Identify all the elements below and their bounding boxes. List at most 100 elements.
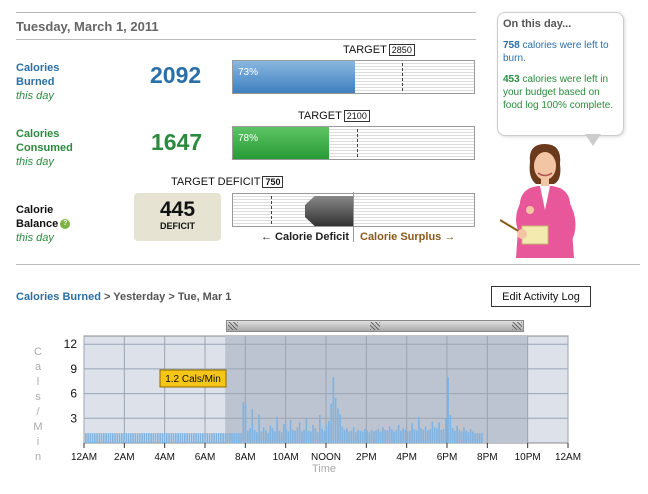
chart-bar — [269, 425, 272, 443]
section-divider — [16, 264, 640, 265]
chart-bar — [370, 429, 373, 443]
chart-bar — [375, 430, 377, 443]
chart-bar — [148, 433, 150, 443]
chart-bar — [91, 433, 94, 443]
breadcrumb: Calories Burned > Yesterday > Tue, Mar 1 — [16, 291, 231, 303]
x-tick-label: 8AM — [235, 452, 256, 463]
chart-bar — [294, 430, 296, 443]
help-icon[interactable]: ? — [60, 219, 71, 230]
chart-bar — [123, 433, 125, 443]
y-tick-label: 12 — [64, 337, 78, 351]
chart-bar — [260, 431, 263, 443]
chart-bar — [368, 432, 371, 443]
chart-bar — [346, 428, 348, 443]
bubble-burn-text: calories were left to burn. — [503, 40, 609, 64]
bubble-line-budget: 453 calories were left in your budget ba… — [503, 73, 618, 112]
chart-bar — [213, 433, 215, 443]
burned-target: TARGET 2850 — [343, 44, 415, 56]
chart-bar — [451, 428, 454, 443]
chart-bar — [283, 424, 285, 443]
chart-bar — [274, 431, 276, 443]
chart-bar — [177, 433, 179, 443]
chart-bar — [328, 420, 330, 443]
breadcrumb-calories-burned-link[interactable]: Calories Burned — [16, 291, 101, 303]
chart-bar — [285, 429, 287, 443]
consumed-target-value: 2100 — [343, 110, 370, 122]
x-tick-label: 2PM — [356, 452, 377, 463]
chart-bar — [157, 433, 159, 443]
bubble-burn-num: 758 — [503, 40, 520, 51]
chart-bar — [395, 429, 398, 443]
chart-bar — [242, 401, 245, 443]
chart-bar — [400, 430, 402, 443]
chart-bar — [289, 419, 292, 443]
chart-bar — [238, 433, 240, 443]
chart-bar — [321, 429, 323, 443]
chart-bar — [143, 433, 146, 443]
chart-bar — [168, 433, 170, 443]
chart-bar — [172, 433, 175, 443]
chart-bar — [276, 416, 278, 443]
deficit-arrow — [305, 196, 353, 226]
burned-target-label: TARGET — [343, 44, 387, 56]
chart-bar — [314, 428, 317, 443]
chart-bar — [105, 433, 107, 443]
calories-consumed-label: Calories Consumed this day — [16, 127, 73, 169]
balance-target-marker — [271, 196, 272, 224]
chart-bar — [154, 433, 157, 443]
chart-bar — [118, 433, 121, 443]
chart-bar — [316, 432, 319, 443]
chart-bar — [271, 428, 274, 443]
chart-bar — [211, 433, 213, 443]
chart-bar — [312, 424, 314, 443]
y-tick-label: 6 — [70, 387, 77, 401]
breadcrumb-rest: > Yesterday > Tue, Mar 1 — [100, 291, 232, 303]
chart-bar — [445, 418, 447, 443]
consumed-target: TARGET 2100 — [298, 110, 370, 122]
deficit-box: 445 DEFICIT — [134, 193, 221, 241]
bubble-line-burn: 758 calories were left to burn. — [503, 39, 618, 65]
scrollbar-right-handle[interactable] — [512, 322, 522, 330]
chart-bar — [116, 433, 119, 443]
chart-bar — [456, 425, 458, 443]
x-tick-label: 10AM — [273, 452, 299, 463]
chart-bar — [145, 433, 148, 443]
chart-bar — [379, 431, 382, 443]
chart-bar — [96, 433, 98, 443]
chart-bar — [366, 430, 368, 443]
scrollbar-left-handle[interactable] — [228, 322, 238, 330]
bubble-budget-num: 453 — [503, 74, 520, 85]
chart-bar — [204, 433, 206, 443]
chart-bar — [447, 377, 449, 443]
on-this-day-bubble: On this day... 758 calories were left to… — [497, 12, 624, 136]
deficit-target: TARGET DEFICIT 750 — [171, 176, 284, 188]
deficit-value: 445 — [159, 198, 196, 221]
bubble-tail — [585, 134, 601, 146]
chart-bar — [298, 422, 301, 443]
chart-bar — [256, 432, 258, 443]
coach-illustration — [500, 144, 576, 258]
chart-bar — [224, 433, 227, 443]
chart-bar — [323, 430, 326, 443]
chart-bar — [384, 429, 386, 443]
burned-sub-label: this day — [16, 90, 54, 102]
chart-bar — [100, 433, 103, 443]
chart-bar — [467, 432, 470, 443]
edit-activity-log-button[interactable]: Edit Activity Log — [491, 286, 591, 307]
chart-bar — [231, 433, 233, 443]
chart-bar — [478, 433, 481, 443]
bubble-title: On this day... — [503, 18, 572, 30]
calories-burned-chart: 3 6 9 12 12AM 2AM 4AM 6AM 8AM 10AM NOON 2PM 4PM 6PM 8P… — [64, 335, 581, 475]
chart-bar — [98, 433, 101, 443]
chart-bar — [422, 429, 425, 443]
chart-bar — [206, 433, 209, 443]
burned-progress-fill: 73% — [233, 61, 355, 93]
chart-range-scrollbar[interactable] — [226, 320, 524, 332]
chart-bar — [103, 433, 105, 443]
scrollbar-center-grip[interactable] — [370, 322, 380, 330]
chart-bar — [454, 430, 456, 443]
chart-bar — [334, 397, 337, 443]
chart-bar — [292, 429, 294, 443]
chart-bar — [195, 433, 197, 443]
chart-bar — [350, 430, 353, 443]
